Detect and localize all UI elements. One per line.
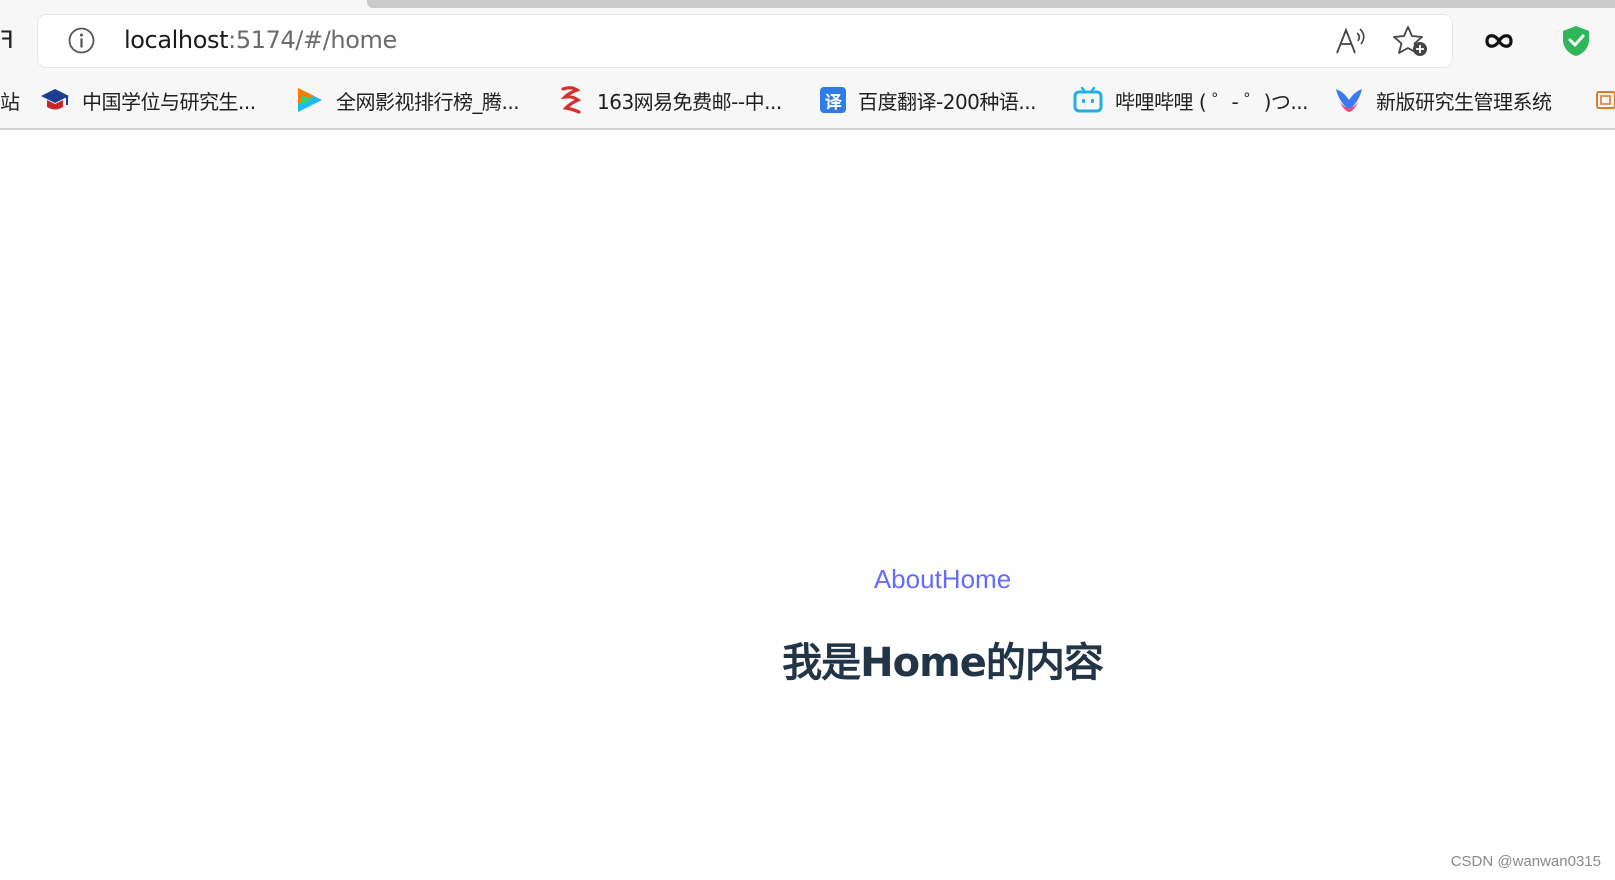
page-content: AboutHome 我是Home的内容 CSDN @wanwan0315	[0, 130, 1615, 880]
info-circle-icon[interactable]	[68, 27, 95, 54]
nav-link-about[interactable]: About	[874, 564, 942, 594]
bookmark-item-graduate-system[interactable]: 新版研究生管理系统	[1334, 84, 1552, 116]
netease-mail-icon	[560, 86, 582, 114]
url-text[interactable]: localhost:5174/#/home	[124, 26, 397, 54]
read-aloud-icon[interactable]	[1334, 25, 1368, 57]
bookmark-item-163-mail[interactable]: 163网易免费邮--中...	[557, 84, 782, 116]
graduation-cap-icon	[41, 89, 69, 110]
bookmark-item-tencent-video[interactable]: 全网影视排行榜_腾...	[294, 84, 520, 116]
baidu-translate-icon: 译	[820, 87, 846, 113]
bookmark-label: 百度翻译-200种语...	[858, 89, 1036, 114]
bilibili-tv-icon	[1073, 86, 1103, 113]
bookmarks-bar: 站 中国学位与研究生... 全网影视排行榜_腾... 163网易免费邮--中..…	[0, 78, 1615, 122]
bookmark-fragment[interactable]: 站	[0, 86, 20, 115]
page-heading: 我是Home的内容	[782, 640, 1104, 686]
bookmark-item-bilibili[interactable]: 哔哩哔哩 ( ゜- ゜)つ...	[1073, 84, 1308, 116]
nav-link-home[interactable]: Home	[942, 564, 1011, 594]
url-host: localhost	[124, 26, 229, 54]
bookmark-label: 新版研究生管理系统	[1376, 89, 1552, 114]
bookmark-fragment-icon[interactable]	[1594, 86, 1615, 114]
browser-chrome: ꟻ localhost:5174/#/home 站 中国学位与研究生... 全网…	[0, 0, 1615, 130]
tencent-video-play-icon	[298, 88, 322, 112]
infinity-icon[interactable]	[1483, 28, 1515, 54]
add-favorite-star-icon[interactable]	[1393, 24, 1429, 58]
bookmark-label: 中国学位与研究生...	[82, 89, 256, 114]
address-bar[interactable]: localhost:5174/#/home	[38, 15, 1452, 67]
router-nav: AboutHome	[0, 564, 1615, 595]
bookmark-item-baidu-translate[interactable]: 译 百度翻译-200种语...	[820, 84, 1036, 116]
bookmark-label: 163网易免费邮--中...	[597, 89, 782, 114]
bookmark-item-cdgdc[interactable]: 中国学位与研究生...	[40, 84, 256, 116]
csdn-watermark: CSDN @wanwan0315	[1450, 853, 1601, 870]
green-shield-check-icon[interactable]	[1561, 24, 1591, 58]
tab-strip-edge	[367, 0, 1615, 8]
url-path: :5174/#/home	[228, 26, 397, 54]
bookmark-label: 哔哩哔哩 ( ゜- ゜)つ...	[1115, 89, 1308, 114]
back-button-fragment[interactable]: ꟻ	[0, 26, 14, 54]
bird-logo-icon	[1336, 89, 1362, 112]
bookmark-label: 全网影视排行榜_腾...	[336, 89, 520, 114]
